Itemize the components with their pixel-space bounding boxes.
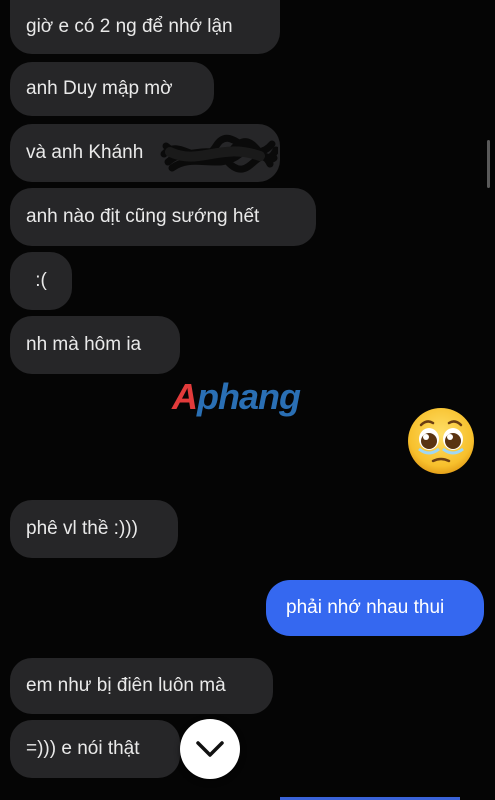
scroll-to-bottom-button[interactable]	[180, 719, 240, 779]
watermark-first-letter: A	[172, 376, 198, 417]
watermark-logo: Aphang	[172, 376, 301, 418]
message-bubble[interactable]: giờ e có 2 ng để nhớ lận	[10, 0, 280, 54]
message-bubble[interactable]: anh nào địt cũng sướng hết	[10, 188, 316, 246]
message-bubble[interactable]: anh Duy mập mờ	[10, 62, 214, 116]
message-bubble[interactable]: nh mà hôm ia	[10, 316, 180, 374]
message-bubble[interactable]: phê vl thề :)))	[10, 500, 178, 558]
scrollbar[interactable]	[487, 140, 490, 188]
redaction-scribble	[160, 134, 278, 173]
message-bubble[interactable]: =))) e nói thật	[10, 720, 180, 778]
message-bubble[interactable]: :(	[10, 252, 72, 310]
chevron-down-icon	[196, 741, 224, 757]
message-bubble-outgoing[interactable]: phải nhớ nhau thui	[266, 580, 484, 636]
pleading-face-emoji[interactable]	[405, 405, 477, 477]
message-bubble[interactable]: em như bị điên luôn mà	[10, 658, 273, 714]
watermark-rest: phang	[197, 376, 301, 417]
